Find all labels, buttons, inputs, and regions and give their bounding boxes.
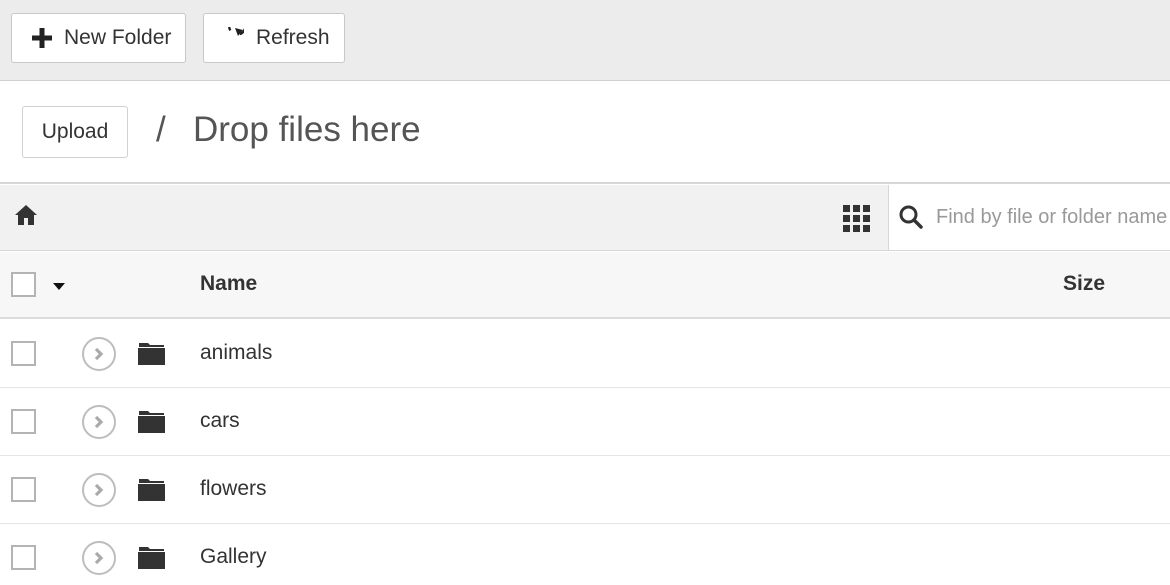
file-name[interactable]: Gallery <box>200 545 267 569</box>
search-icon <box>899 205 923 229</box>
search-box <box>888 185 1170 251</box>
folder-icon <box>138 479 165 501</box>
column-header-name[interactable]: Name <box>200 272 257 296</box>
table-row[interactable]: animals <box>0 320 1170 388</box>
drop-zone-text: Drop files here <box>193 110 421 149</box>
upload-area[interactable]: Upload / Drop files here <box>0 82 1170 184</box>
chevron-right-icon[interactable] <box>82 405 116 439</box>
chevron-right-icon[interactable] <box>82 473 116 507</box>
row-checkbox[interactable] <box>11 545 36 570</box>
toolbar: New Folder Refresh <box>0 0 1170 81</box>
chevron-right-icon[interactable] <box>82 541 116 575</box>
chevron-right-icon[interactable] <box>82 337 116 371</box>
file-name[interactable]: animals <box>200 341 272 365</box>
path-separator: / <box>156 110 166 149</box>
grid-view-icon[interactable] <box>843 205 870 232</box>
file-name[interactable]: flowers <box>200 477 267 501</box>
table-header: Name Size <box>0 252 1170 319</box>
home-icon[interactable] <box>15 205 37 225</box>
select-all-checkbox[interactable] <box>11 272 36 297</box>
new-folder-button[interactable]: New Folder <box>11 13 186 63</box>
folder-icon <box>138 343 165 365</box>
plus-icon <box>32 28 52 48</box>
refresh-label: Refresh <box>256 26 330 49</box>
row-checkbox[interactable] <box>11 477 36 502</box>
upload-button[interactable]: Upload <box>22 106 128 158</box>
search-input[interactable] <box>936 199 1170 235</box>
new-folder-label: New Folder <box>64 26 172 49</box>
caret-down-icon[interactable] <box>53 283 65 290</box>
column-header-size[interactable]: Size <box>1063 272 1105 296</box>
file-name[interactable]: cars <box>200 409 240 433</box>
table-row[interactable]: Gallery <box>0 524 1170 585</box>
folder-icon <box>138 411 165 433</box>
folder-icon <box>138 547 165 569</box>
refresh-icon <box>228 27 244 36</box>
refresh-button[interactable]: Refresh <box>203 13 345 63</box>
row-checkbox[interactable] <box>11 409 36 434</box>
table-row[interactable]: flowers <box>0 456 1170 524</box>
table-row[interactable]: cars <box>0 388 1170 456</box>
row-checkbox[interactable] <box>11 341 36 366</box>
